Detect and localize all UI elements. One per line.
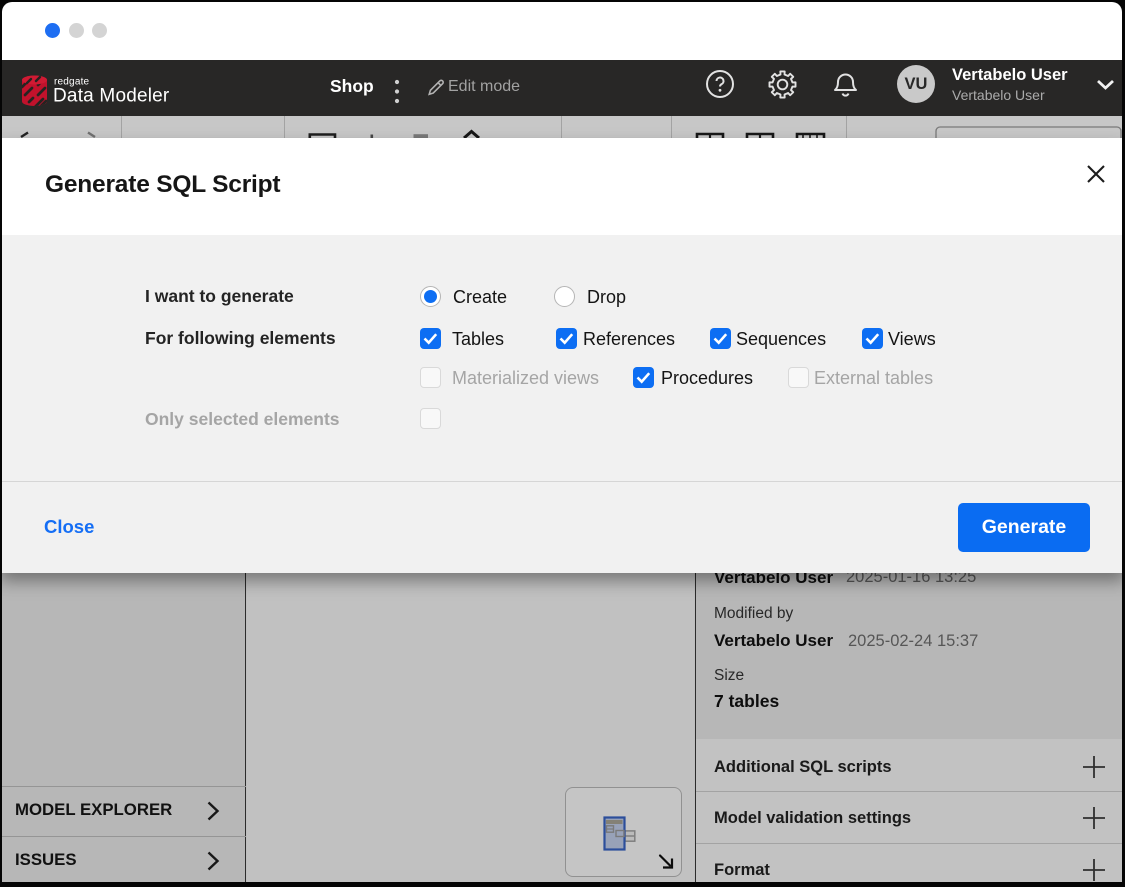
- svg-text:Data Modeler: Data Modeler: [53, 85, 170, 106]
